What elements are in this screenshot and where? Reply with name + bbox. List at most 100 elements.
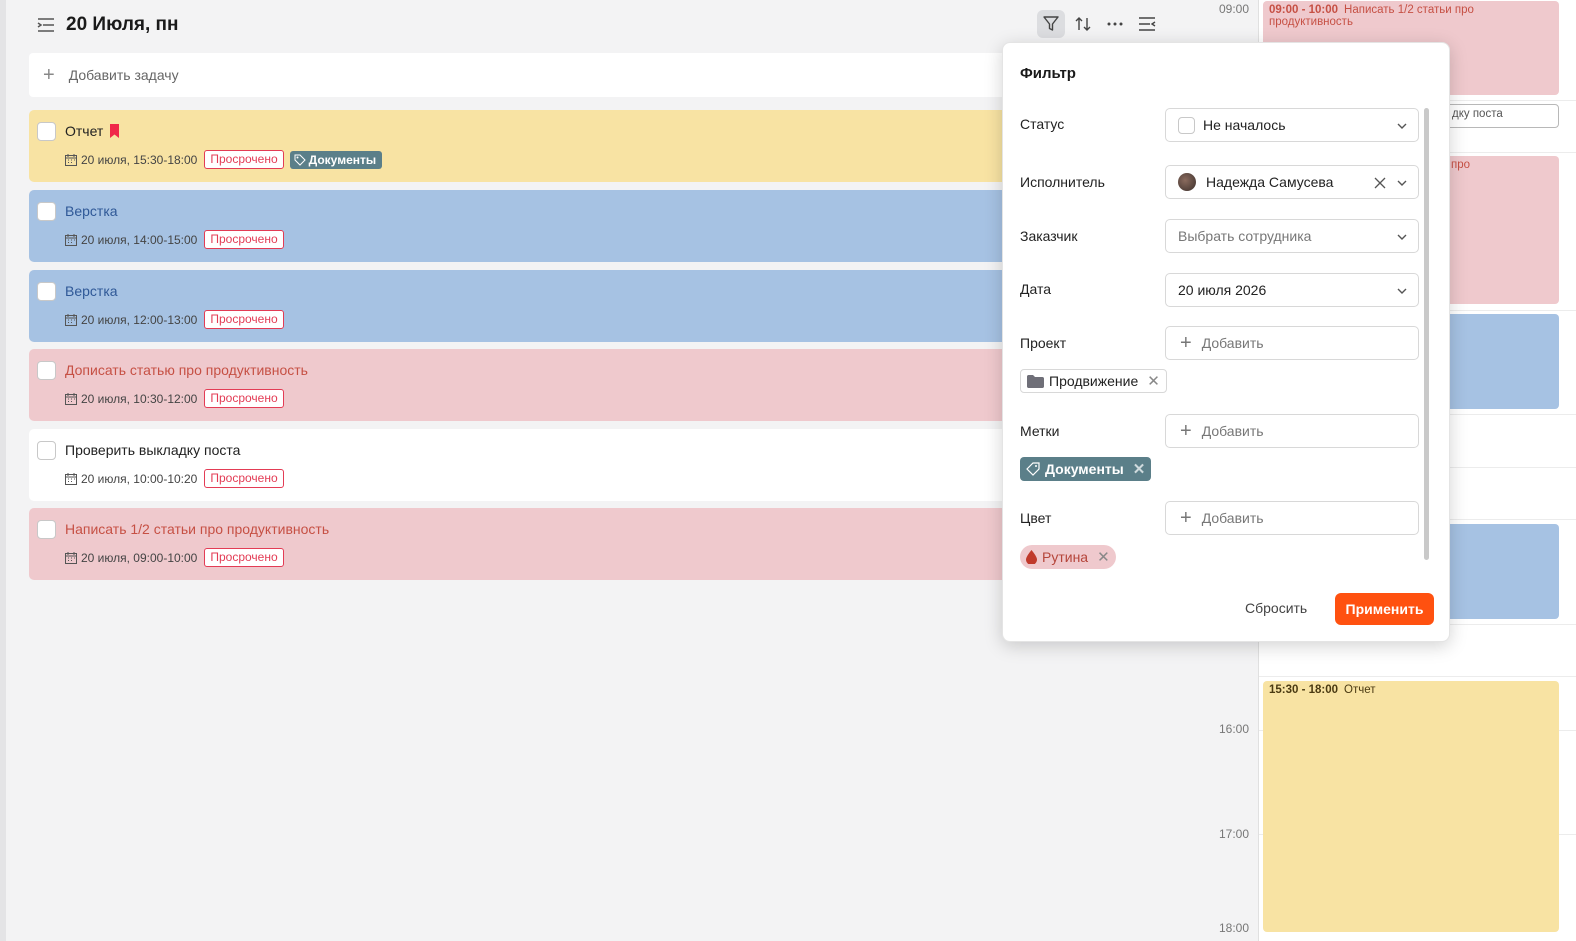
project-chip-label: Продвижение — [1049, 373, 1139, 389]
assignee-value: Надежда Самусева — [1206, 174, 1334, 190]
assignee-label: Исполнитель — [1020, 174, 1105, 190]
task-card[interactable]: Верстка 20 июля, 12:00-13:00 Просрочено — [29, 270, 1029, 342]
more-icon — [1107, 22, 1123, 26]
sort-icon — [1075, 17, 1091, 31]
hour-label: 18:00 — [1218, 921, 1249, 935]
collapse-menu-icon[interactable] — [36, 15, 56, 35]
task-name: Верстка — [65, 283, 118, 299]
task-date: 20 июля, 09:00-10:00 — [81, 550, 198, 565]
date-value: 20 июля 2026 — [1178, 282, 1267, 298]
date-select[interactable]: 20 июля 2026 — [1165, 273, 1419, 307]
calendar-icon — [65, 472, 77, 485]
plus-icon: + — [43, 64, 55, 86]
task-name: Дописать статью про продуктивность — [65, 362, 308, 378]
project-chip[interactable]: Продвижение ✕ — [1020, 369, 1167, 393]
tags-add-label: Добавить — [1201, 423, 1264, 439]
plus-icon: + — [1180, 420, 1192, 442]
tags-label: Метки — [1020, 423, 1060, 439]
task-checkbox[interactable] — [37, 281, 56, 301]
event-time: 15:30 - 18:00 — [1269, 684, 1339, 696]
hour-label: 16:00 — [1218, 722, 1249, 736]
remove-icon[interactable]: ✕ — [1133, 460, 1146, 478]
calendar-icon — [65, 233, 77, 246]
color-chip[interactable]: Рутина ✕ — [1020, 545, 1116, 569]
task-checkbox[interactable] — [37, 519, 56, 539]
customer-label: Заказчик — [1020, 228, 1078, 244]
chevron-down-icon — [1396, 176, 1408, 192]
add-task-label: Добавить задачу — [68, 67, 179, 83]
filter-panel: Фильтр Статус Не началось Исполнитель На… — [1002, 42, 1450, 642]
task-checkbox[interactable] — [37, 360, 56, 380]
task-checkbox[interactable] — [37, 201, 56, 221]
calendar-event[interactable]: 15:30 - 18:00 Отчет — [1263, 681, 1559, 932]
panel-toggle-button[interactable] — [1133, 10, 1161, 38]
tag-icon — [294, 154, 306, 166]
sort-button[interactable] — [1069, 10, 1097, 38]
plus-icon: + — [1180, 332, 1192, 354]
color-add-label: Добавить — [1201, 510, 1264, 526]
hour-label: 09:00 — [1218, 2, 1249, 16]
folder-icon — [1027, 374, 1044, 388]
task-card[interactable]: Проверить выкладку поста 20 июля, 10:00-… — [29, 429, 1029, 501]
overdue-badge: Просрочено — [204, 389, 284, 408]
task-date: 20 июля, 10:30-12:00 — [81, 391, 198, 406]
clear-icon[interactable] — [1374, 176, 1386, 192]
tags-add-button[interactable]: + Добавить — [1165, 414, 1419, 448]
color-label: Цвет — [1020, 510, 1052, 526]
chevron-down-icon — [1396, 284, 1408, 300]
filter-button[interactable] — [1037, 10, 1065, 38]
bookmark-icon — [109, 124, 120, 138]
more-button[interactable] — [1101, 10, 1129, 38]
task-tag-label: Документы — [308, 152, 377, 167]
task-date: 20 июля, 15:30-18:00 — [81, 152, 198, 167]
day-header: 20 Июля, пн — [36, 12, 179, 38]
project-add-button[interactable]: + Добавить — [1165, 326, 1419, 360]
task-tag[interactable]: Документы — [289, 150, 383, 169]
color-chip-label: Рутина — [1042, 549, 1089, 565]
filter-title: Фильтр — [1020, 65, 1076, 82]
apply-button[interactable]: Применить — [1335, 593, 1434, 625]
page-title: 20 Июля, пн — [66, 14, 179, 35]
task-card[interactable]: Дописать статью про продуктивность 20 ию… — [29, 349, 1029, 421]
status-select[interactable]: Не началось — [1165, 108, 1419, 142]
tag-chip[interactable]: Документы ✕ — [1020, 457, 1152, 481]
event-title: про — [1451, 159, 1471, 171]
event-time: 09:00 - 10:00 — [1269, 4, 1339, 16]
plus-icon: + — [1180, 507, 1192, 529]
task-card[interactable]: Верстка 20 июля, 14:00-15:00 Просрочено — [29, 190, 1029, 262]
task-checkbox[interactable] — [37, 440, 56, 460]
event-title: Отчет — [1344, 684, 1376, 696]
status-value: Не началось — [1203, 117, 1286, 133]
hour-line — [1259, 676, 1576, 677]
status-label: Статус — [1020, 116, 1065, 132]
remove-icon[interactable]: ✕ — [1097, 548, 1110, 566]
task-date: 20 июля, 10:00-10:20 — [81, 471, 198, 486]
hour-label: 17:00 — [1218, 827, 1249, 841]
calendar-icon — [65, 153, 77, 166]
customer-select[interactable]: Выбрать сотрудника — [1165, 219, 1419, 253]
overdue-badge: Просрочено — [204, 230, 284, 249]
color-add-button[interactable]: + Добавить — [1165, 501, 1419, 535]
task-name: Проверить выкладку поста — [65, 442, 241, 458]
date-label: Дата — [1020, 281, 1052, 297]
chevron-down-icon — [1396, 119, 1408, 135]
add-task-input[interactable]: + Добавить задачу — [29, 53, 1029, 97]
panel-scrollbar[interactable] — [1424, 108, 1429, 560]
toolbar — [1037, 10, 1161, 38]
calendar-icon — [65, 313, 77, 326]
project-add-label: Добавить — [1201, 335, 1264, 351]
customer-placeholder: Выбрать сотрудника — [1178, 228, 1312, 244]
reset-button[interactable]: Сбросить — [1245, 600, 1307, 616]
remove-icon[interactable]: ✕ — [1147, 372, 1160, 390]
task-checkbox[interactable] — [37, 121, 56, 141]
status-checkbox — [1178, 116, 1195, 134]
chevron-down-icon — [1396, 230, 1408, 246]
task-name: Написать 1/2 статьи про продуктивность — [65, 521, 330, 537]
overdue-badge: Просрочено — [204, 150, 284, 169]
assignee-select[interactable]: Надежда Самусева — [1165, 165, 1419, 199]
task-card[interactable]: Написать 1/2 статьи про продуктивность 2… — [29, 508, 1029, 580]
calendar-icon — [65, 551, 77, 564]
task-date: 20 июля, 12:00-13:00 — [81, 312, 198, 327]
overdue-badge: Просрочено — [204, 310, 284, 329]
task-card[interactable]: Отчет 20 июля, 15:30-18:00 Просрочено До… — [29, 110, 1029, 182]
